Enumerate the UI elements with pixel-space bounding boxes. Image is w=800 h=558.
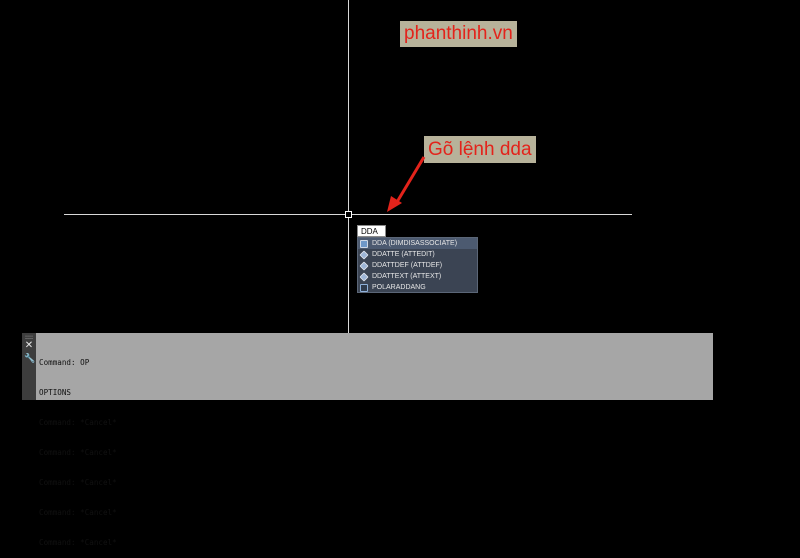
- attribute-edit-icon: [359, 249, 369, 260]
- dynamic-command-input[interactable]: DDA: [357, 225, 386, 237]
- autocomplete-label: DDATTDEF (ATTDEF): [372, 262, 443, 269]
- history-line: OPTIONS: [39, 388, 72, 397]
- history-line: Command: *Cancel*: [39, 508, 117, 517]
- autocomplete-list: DDA (DIMDISASSOCIATE) DDATTE (ATTEDIT) D…: [357, 237, 478, 293]
- autocomplete-label: DDATTE (ATTEDIT): [372, 251, 435, 258]
- instruction-annotation: Gõ lệnh dda: [424, 136, 536, 163]
- autocomplete-label: DDATTEXT (ATTEXT): [372, 273, 442, 280]
- command-line-sidebar: :::: ✕ 🔧: [22, 333, 36, 400]
- grip-icon[interactable]: ::::: [24, 335, 34, 341]
- attribute-define-icon: [359, 260, 369, 271]
- dimension-icon: [360, 239, 368, 248]
- wrench-icon[interactable]: 🔧: [24, 354, 35, 364]
- command-history: Command: OP OPTIONS Command: *Cancel* Co…: [39, 338, 117, 558]
- autocomplete-item-dda[interactable]: DDA (DIMDISASSOCIATE): [358, 238, 477, 249]
- autocomplete-label: POLARADDANG: [372, 284, 426, 291]
- polar-angle-icon: [360, 283, 368, 292]
- autocomplete-item-ddatte[interactable]: DDATTE (ATTEDIT): [358, 249, 477, 260]
- close-icon[interactable]: ✕: [24, 341, 34, 351]
- command-line-panel[interactable]: [22, 333, 713, 400]
- history-line: Command: *Cancel*: [39, 418, 117, 427]
- autocomplete-item-ddattdef[interactable]: DDATTDEF (ATTDEF): [358, 260, 477, 271]
- history-line: Command: *Cancel*: [39, 478, 117, 487]
- history-line: Command: *Cancel*: [39, 538, 117, 547]
- autocomplete-item-ddattext[interactable]: DDATTEXT (ATTEXT): [358, 271, 477, 282]
- autocomplete-item-polaraddang[interactable]: POLARADDANG: [358, 282, 477, 293]
- autocomplete-label: DDA (DIMDISASSOCIATE): [372, 240, 458, 247]
- watermark-label: phanthinh.vn: [400, 21, 517, 47]
- attribute-extract-icon: [359, 271, 369, 282]
- history-line: Command: *Cancel*: [39, 448, 117, 457]
- history-line: Command: OP: [39, 358, 90, 367]
- cursor-pickbox: [345, 211, 352, 218]
